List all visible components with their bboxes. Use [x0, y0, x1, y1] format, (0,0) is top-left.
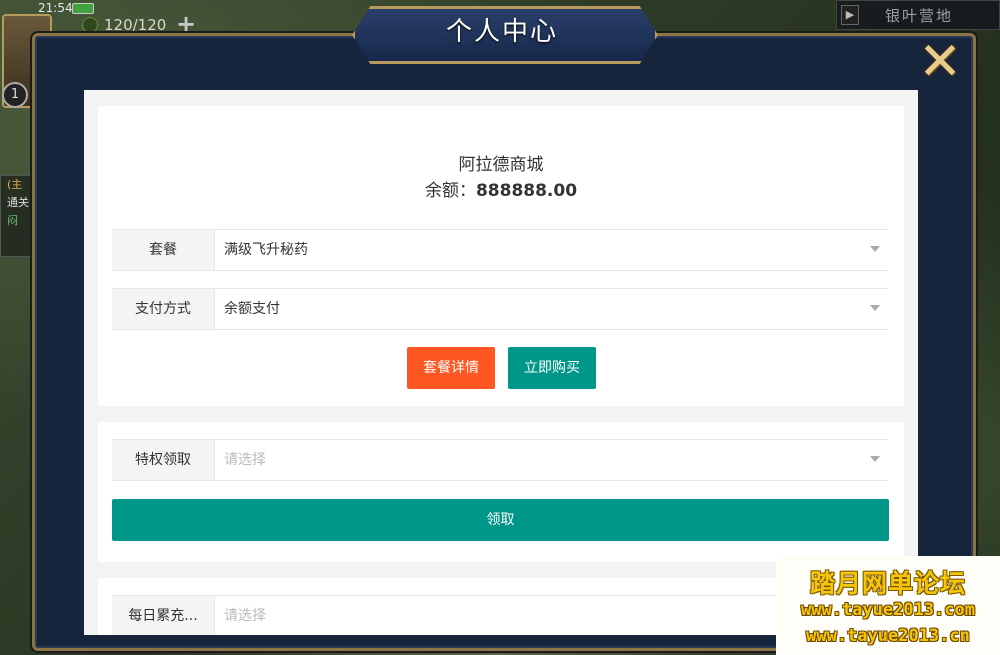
player-level-badge: 1	[2, 82, 28, 108]
chevron-down-icon[interactable]	[870, 246, 880, 252]
forum-watermark: 踏月网单论坛 www.tayue2013.com www.tayue2013.c…	[776, 556, 1000, 655]
shop-content: 阿拉德商城 余额：888888.00 套餐 满级飞升秘药 支付方式 余额支付 套…	[84, 90, 918, 635]
battery-icon	[72, 3, 94, 14]
payment-label: 支付方式	[112, 289, 215, 329]
balance-value: 888888.00	[475, 181, 578, 201]
modal-title: 个人中心	[445, 17, 558, 47]
map-location-button[interactable]: ▶ 银叶营地	[836, 0, 1000, 30]
chevron-down-icon[interactable]	[870, 456, 880, 462]
daily-recharge-label: 每日累充...	[112, 596, 215, 635]
daily-recharge-placeholder[interactable]: 请选择	[224, 596, 266, 635]
buy-now-button[interactable]: 立即购买	[508, 347, 596, 389]
close-icon[interactable]: ✕	[916, 36, 964, 88]
privilege-card: 特权领取 请选择 领取	[98, 422, 904, 562]
map-location-label: 银叶营地	[885, 7, 954, 25]
privilege-placeholder[interactable]: 请选择	[224, 440, 266, 480]
payment-select[interactable]: 支付方式 余额支付	[112, 288, 888, 330]
purchase-card: 阿拉德商城 余额：888888.00 套餐 满级飞升秘药 支付方式 余额支付 套…	[98, 106, 904, 406]
energy-icon	[82, 17, 98, 33]
balance-label: 余额：	[424, 181, 476, 201]
balance-row: 余额：888888.00	[98, 176, 904, 201]
privilege-select[interactable]: 特权领取 请选择	[112, 439, 888, 481]
claim-button[interactable]: 领取	[112, 499, 889, 541]
payment-value[interactable]: 余额支付	[224, 289, 280, 329]
watermark-url: www.tayue2013.com	[801, 600, 975, 620]
watermark-url: www.tayue2013.cn	[806, 626, 970, 646]
expand-arrow-icon[interactable]: ▶	[841, 5, 859, 25]
chevron-down-icon[interactable]	[870, 305, 880, 311]
package-label: 套餐	[112, 230, 215, 270]
watermark-title: 踏月网单论坛	[809, 569, 966, 598]
clock: 21:54	[38, 1, 73, 15]
daily-recharge-select[interactable]: 每日累充... 请选择	[112, 595, 888, 635]
shop-name: 阿拉德商城	[458, 155, 544, 175]
package-value[interactable]: 满级飞升秘药	[224, 230, 308, 270]
package-details-button[interactable]: 套餐详情	[407, 347, 495, 389]
energy-counter: 120/120	[104, 16, 167, 34]
package-select[interactable]: 套餐 满级飞升秘药	[112, 229, 888, 271]
privilege-label: 特权领取	[112, 440, 215, 480]
